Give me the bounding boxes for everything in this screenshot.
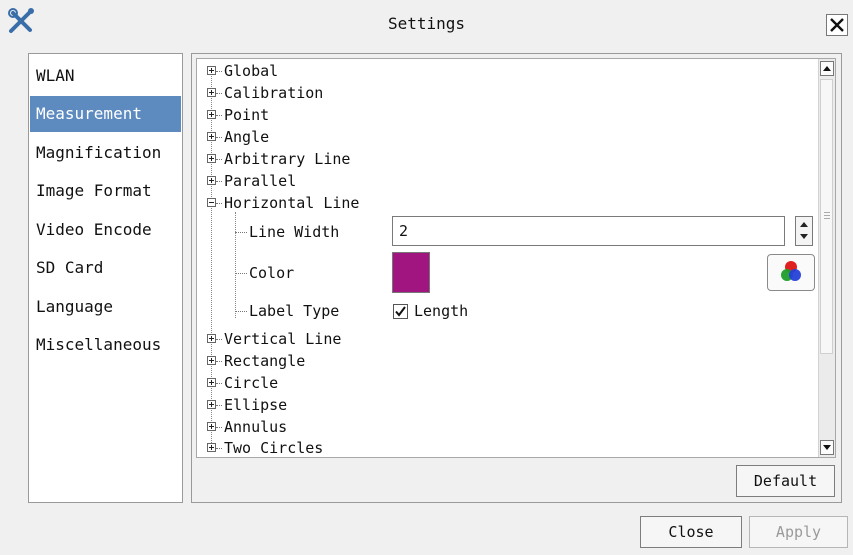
sidebar-item-language[interactable]: Language: [30, 289, 181, 325]
tree-node-rectangle[interactable]: Rectangle: [207, 350, 305, 372]
title-bar: Settings: [0, 0, 853, 48]
collapse-icon[interactable]: [207, 197, 216, 207]
tree-node-horizontal-line[interactable]: Horizontal Line: [207, 192, 359, 214]
sidebar-item-video-encode[interactable]: Video Encode: [30, 212, 181, 248]
line-width-input[interactable]: 2: [392, 216, 785, 246]
expand-icon[interactable]: [207, 442, 216, 452]
measurement-tree: Global Calibration Point Angle Arbitrary…: [196, 58, 836, 458]
expand-icon[interactable]: [207, 333, 216, 343]
expand-icon[interactable]: [207, 131, 216, 141]
tree-node-ellipse[interactable]: Ellipse: [207, 394, 287, 416]
scroll-up-icon[interactable]: [820, 61, 834, 76]
window-title: Settings: [387, 14, 466, 33]
tree-node-circle[interactable]: Circle: [207, 372, 278, 394]
tree-node-arbitrary-line[interactable]: Arbitrary Line: [207, 148, 350, 170]
checkmark-icon: [395, 306, 406, 317]
scrollbar-thumb[interactable]: [820, 79, 833, 354]
expand-icon[interactable]: [207, 355, 216, 365]
line-width-label: Line Width: [235, 219, 339, 245]
expand-icon[interactable]: [207, 153, 216, 163]
close-button[interactable]: Close: [640, 516, 742, 548]
default-button[interactable]: Default: [736, 465, 835, 497]
close-window-button[interactable]: [826, 14, 848, 36]
sidebar-item-measurement[interactable]: Measurement: [30, 96, 181, 132]
sidebar-item-sd-card[interactable]: SD Card: [30, 250, 181, 286]
tree-node-vertical-line[interactable]: Vertical Line: [207, 328, 341, 350]
spin-down-icon[interactable]: [796, 231, 812, 245]
close-icon: [830, 18, 844, 32]
expand-icon[interactable]: [207, 65, 216, 75]
length-checkbox[interactable]: [393, 304, 408, 319]
sidebar-item-miscellaneous[interactable]: Miscellaneous: [30, 327, 181, 363]
expand-icon[interactable]: [207, 109, 216, 119]
length-checkbox-label: Length: [414, 302, 469, 320]
tree-node-two-circles[interactable]: Two Circles: [207, 437, 323, 457]
sidebar-item-image-format[interactable]: Image Format: [30, 173, 181, 209]
apply-button[interactable]: Apply: [749, 516, 848, 548]
rgb-circles-icon: [781, 261, 801, 281]
sidebar-item-wlan[interactable]: WLAN: [30, 58, 181, 94]
tree-node-calibration[interactable]: Calibration: [207, 82, 323, 104]
color-label: Color: [235, 260, 294, 286]
tree-node-point[interactable]: Point: [207, 104, 269, 126]
tree-node-annulus[interactable]: Annulus: [207, 416, 287, 438]
expand-icon[interactable]: [207, 87, 216, 97]
expand-icon[interactable]: [207, 175, 216, 185]
label-type-label: Label Type: [235, 298, 339, 324]
tree-node-parallel[interactable]: Parallel: [207, 170, 296, 192]
expand-icon[interactable]: [207, 377, 216, 387]
scroll-down-icon[interactable]: [820, 440, 834, 455]
tree-node-angle[interactable]: Angle: [207, 126, 269, 148]
color-picker-button[interactable]: [767, 254, 815, 291]
sidebar-item-magnification[interactable]: Magnification: [30, 135, 181, 171]
settings-category-list: WLAN Measurement Magnification Image For…: [28, 53, 183, 503]
spin-up-icon[interactable]: [796, 217, 812, 231]
expand-icon[interactable]: [207, 399, 216, 409]
expand-icon[interactable]: [207, 421, 216, 431]
color-swatch[interactable]: [392, 252, 430, 293]
vertical-scrollbar[interactable]: [818, 59, 835, 457]
line-width-stepper[interactable]: [795, 216, 813, 246]
tree-node-global[interactable]: Global: [207, 60, 278, 82]
